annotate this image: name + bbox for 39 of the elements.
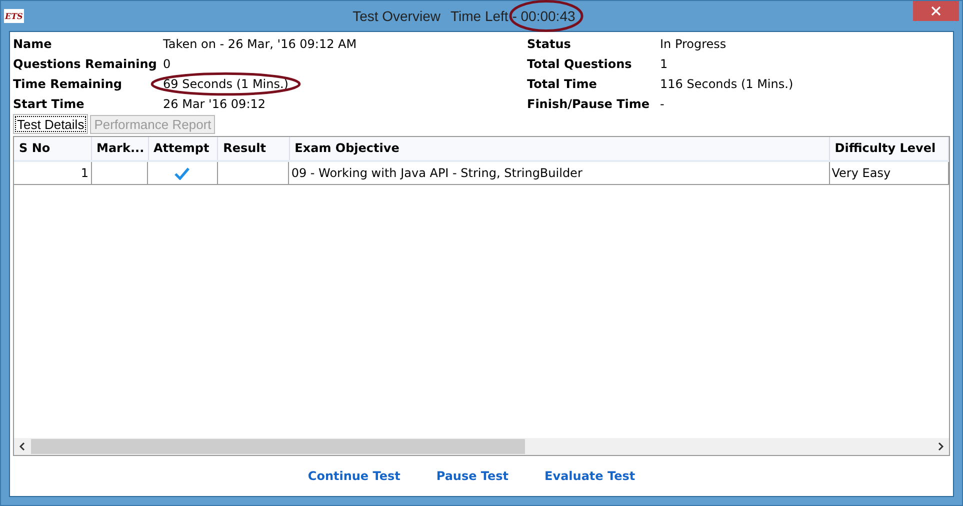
- time-left-label: Time Left -: [450, 8, 518, 24]
- table-cell: 1: [14, 162, 92, 184]
- app-logo: ETS: [4, 9, 24, 23]
- scrollbar-thumb[interactable]: [31, 439, 525, 454]
- field-label: Total Time: [527, 77, 598, 91]
- column-header[interactable]: Attempt: [148, 137, 218, 160]
- horizontal-scrollbar[interactable]: [14, 438, 949, 455]
- field-label: Finish/Pause Time: [527, 97, 651, 111]
- field-value: 69 Seconds (1 Mins.): [163, 77, 288, 91]
- window-title: Test Overview: [352, 8, 440, 24]
- tab[interactable]: Test Details: [13, 114, 88, 134]
- field-label: Total Questions: [527, 57, 633, 71]
- time-left-value: 00:00:43: [520, 8, 576, 24]
- column-header[interactable]: Mark...: [92, 137, 149, 160]
- field-label: Questions Remaining: [13, 57, 158, 71]
- column-header[interactable]: Exam Objective: [290, 137, 830, 160]
- field-value: 26 Mar '16 09:12: [163, 97, 266, 111]
- field-label: Time Remaining: [13, 77, 124, 91]
- column-header[interactable]: Difficulty Level: [830, 137, 950, 160]
- table-cell: 09 - Working with Java API - String, StringBuilder: [289, 162, 830, 184]
- action-link[interactable]: Pause Test: [436, 469, 509, 483]
- table-cell: Very Easy: [830, 162, 950, 184]
- field-label: Start Time: [13, 97, 86, 111]
- scroll-left-icon[interactable]: [18, 442, 27, 451]
- field-label: Status: [527, 37, 572, 51]
- scroll-right-icon[interactable]: [936, 442, 945, 451]
- field-value: Taken on - 26 Mar, '16 09:12 AM: [163, 37, 357, 51]
- column-header[interactable]: S No: [14, 137, 92, 160]
- field-value: 0: [163, 57, 171, 71]
- action-link[interactable]: Continue Test: [308, 469, 400, 483]
- column-header[interactable]: Result: [218, 137, 290, 160]
- close-button[interactable]: [913, 1, 959, 21]
- close-icon: [931, 6, 941, 16]
- field-value: 116 Seconds (1 Mins.): [660, 77, 794, 91]
- action-link[interactable]: Evaluate Test: [544, 469, 636, 483]
- field-value: -: [660, 97, 664, 111]
- field-value: 1: [660, 57, 668, 71]
- field-value: In Progress: [660, 37, 726, 51]
- field-label: Name: [13, 37, 53, 51]
